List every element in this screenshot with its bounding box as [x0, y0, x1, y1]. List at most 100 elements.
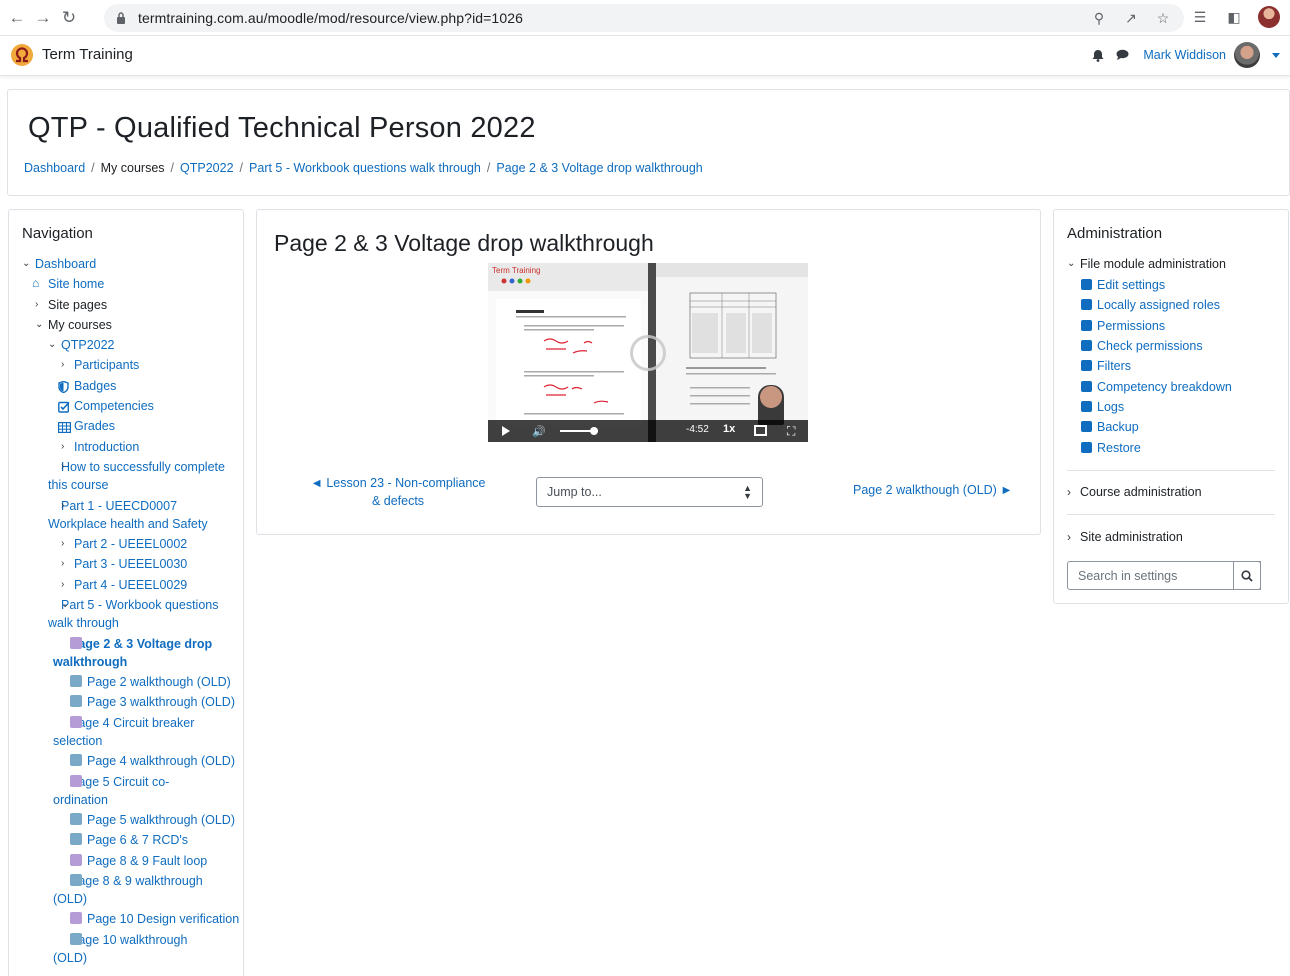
video-file-icon: [70, 912, 82, 924]
url-text[interactable]: termtraining.com.au/moodle/mod/resource/…: [138, 10, 523, 26]
admin-item-locally-assigned-roles[interactable]: Locally assigned roles: [1081, 296, 1220, 314]
breadcrumb-course[interactable]: QTP2022: [180, 161, 234, 175]
chevron-right-icon: ›: [1067, 485, 1071, 499]
nav-item-dashboard[interactable]: ⌄ Dashboard: [22, 255, 96, 273]
jump-to-select[interactable]: Jump to... ▲ ▼: [536, 477, 763, 507]
bookmark-star-icon[interactable]: ☆: [1154, 9, 1172, 27]
resource-title: Page 2 & 3 Voltage drop walkthrough: [274, 230, 654, 256]
site-administration[interactable]: › Site administration: [1067, 528, 1183, 546]
nav-item-page-4[interactable]: Page 4 Circuit breaker selection: [53, 714, 240, 750]
chevron-down-icon: ⌄: [1067, 258, 1076, 269]
nav-item-page-3-old[interactable]: Page 3 walkthrough (OLD): [70, 693, 235, 711]
user-menu-caret-icon[interactable]: [1272, 52, 1280, 58]
term-training-logo[interactable]: [10, 43, 34, 67]
chevron-down-icon: ⌄: [22, 258, 31, 269]
nav-item-site-pages[interactable]: › Site pages: [35, 296, 107, 314]
nav-item-page-10-old[interactable]: Page 10 walkthrough (OLD): [53, 931, 220, 967]
admin-item-restore[interactable]: Restore: [1081, 439, 1141, 457]
address-bar[interactable]: termtraining.com.au/moodle/mod/resource/…: [104, 4, 1184, 32]
nav-item-page-5[interactable]: Page 5 Circuit co-ordination: [53, 773, 200, 809]
video-file-icon: [70, 716, 82, 728]
browser-profile-avatar[interactable]: [1258, 6, 1280, 28]
video-player[interactable]: Term Training 🔊 -4:52 1x ⛶: [488, 263, 808, 442]
breadcrumb-dashboard[interactable]: Dashboard: [24, 161, 85, 175]
nav-item-my-courses[interactable]: ⌄ My courses: [35, 316, 112, 334]
breadcrumb-separator: /: [91, 161, 95, 175]
nav-item-part-5[interactable]: ⌄ Part 5 - Workbook questions walk throug…: [48, 596, 233, 632]
restore-square-icon: [1081, 442, 1092, 453]
playback-speed-button[interactable]: 1x: [723, 423, 735, 435]
nav-item-page-8-9-old[interactable]: Page 8 & 9 walkthrough (OLD): [53, 872, 235, 908]
table-icon: [58, 420, 72, 434]
nav-item-how-to-complete[interactable]: › How to successfully complete this cours…: [48, 458, 231, 494]
nav-item-site-home[interactable]: ⌂ Site home: [32, 275, 104, 293]
nav-item-grades[interactable]: Grades: [58, 417, 115, 435]
nav-item-part-3[interactable]: › Part 3 - UEEEL0030: [61, 555, 187, 573]
filter-square-icon: [1081, 360, 1092, 371]
svg-text:Term Training: Term Training: [492, 266, 540, 275]
site-brand[interactable]: Term Training: [42, 46, 133, 63]
nav-item-course[interactable]: ⌄ QTP2022: [48, 336, 115, 354]
nav-item-participants[interactable]: › Participants: [61, 356, 139, 374]
user-avatar[interactable]: [1234, 42, 1260, 68]
nav-item-page-5-old[interactable]: Page 5 walkthrough (OLD): [70, 811, 235, 829]
check-permissions-square-icon: [1081, 340, 1092, 351]
chevron-right-icon: ›: [61, 441, 65, 452]
reading-list-icon[interactable]: ☰: [1190, 6, 1210, 28]
breadcrumb-current-page[interactable]: Page 2 & 3 Voltage drop walkthrough: [496, 161, 702, 175]
nav-item-part-1[interactable]: › Part 1 - UEECD0007 Workplace health and…: [48, 497, 231, 533]
picture-in-picture-icon[interactable]: [754, 425, 767, 436]
admin-item-edit-settings[interactable]: Edit settings: [1081, 276, 1165, 294]
share-icon[interactable]: ↗: [1122, 9, 1140, 27]
admin-item-logs[interactable]: Logs: [1081, 398, 1124, 416]
zoom-icon[interactable]: ⚲: [1090, 9, 1108, 27]
backup-square-icon: [1081, 421, 1092, 432]
admin-item-filters[interactable]: Filters: [1081, 357, 1131, 375]
play-icon[interactable]: [502, 426, 510, 436]
nav-item-introduction[interactable]: › Introduction: [61, 438, 139, 456]
chevron-down-icon: ⌄: [35, 319, 44, 330]
file-module-administration[interactable]: ⌄ File module administration: [1067, 255, 1226, 273]
file-icon: [70, 833, 82, 845]
fullscreen-icon[interactable]: ⛶: [787, 424, 795, 439]
admin-item-permissions[interactable]: Permissions: [1081, 317, 1165, 335]
settings-search-button[interactable]: [1233, 561, 1261, 590]
volume-icon[interactable]: 🔊: [532, 425, 546, 438]
select-updown-icon: ▲ ▼: [743, 483, 752, 501]
progress-handle[interactable]: [590, 427, 598, 435]
breadcrumb-section[interactable]: Part 5 - Workbook questions walk through: [249, 161, 481, 175]
nav-item-page-6-7[interactable]: Page 6 & 7 RCD's: [70, 831, 188, 849]
admin-item-check-permissions[interactable]: Check permissions: [1081, 337, 1203, 355]
nav-item-part-2[interactable]: › Part 2 - UEEEL0002: [61, 535, 187, 553]
breadcrumb-separator: /: [239, 161, 244, 175]
admin-item-competency-breakdown[interactable]: Competency breakdown: [1081, 378, 1232, 396]
nav-item-page-2-old[interactable]: Page 2 walkthough (OLD): [70, 673, 231, 691]
nav-item-competencies[interactable]: Competencies: [58, 397, 154, 415]
forward-icon[interactable]: →: [30, 5, 56, 31]
notifications-bell-icon[interactable]: [1089, 45, 1107, 65]
logs-square-icon: [1081, 401, 1092, 412]
back-icon[interactable]: ←: [4, 5, 30, 31]
messages-chat-icon[interactable]: [1113, 45, 1131, 65]
permissions-square-icon: [1081, 320, 1092, 331]
nav-item-badges[interactable]: Badges: [58, 377, 116, 395]
user-menu-name[interactable]: Mark Widdison: [1143, 48, 1226, 62]
shield-icon: [58, 380, 70, 394]
competency-square-icon: [1081, 381, 1092, 392]
browser-toolbar: ← → ↻ termtraining.com.au/moodle/mod/res…: [0, 0, 1290, 36]
admin-item-backup[interactable]: Backup: [1081, 418, 1139, 436]
nav-item-current-page[interactable]: Page 2 & 3 Voltage drop walkthrough: [53, 635, 240, 671]
side-panel-icon[interactable]: ◧: [1224, 6, 1244, 28]
next-activity-link[interactable]: Page 2 walkthough (OLD) ►: [853, 483, 1013, 497]
presenter-webcam: [758, 385, 784, 425]
nav-item-part-4[interactable]: › Part 4 - UEEEL0029: [61, 576, 187, 594]
previous-activity-link[interactable]: ◄ Lesson 23 - Non-compliance & defects: [307, 474, 489, 510]
course-administration[interactable]: › Course administration: [1067, 483, 1202, 501]
reload-icon[interactable]: ↻: [56, 5, 82, 31]
nav-item-page-8-9[interactable]: Page 8 & 9 Fault loop: [70, 852, 207, 870]
settings-search-input[interactable]: Search in settings: [1067, 561, 1261, 590]
nav-item-page-4-old[interactable]: Page 4 walkthrough (OLD): [70, 752, 235, 770]
breadcrumb-separator: /: [486, 161, 491, 175]
nav-item-page-10[interactable]: Page 10 Design verification: [70, 910, 239, 928]
jump-to-value: Jump to...: [547, 485, 602, 499]
